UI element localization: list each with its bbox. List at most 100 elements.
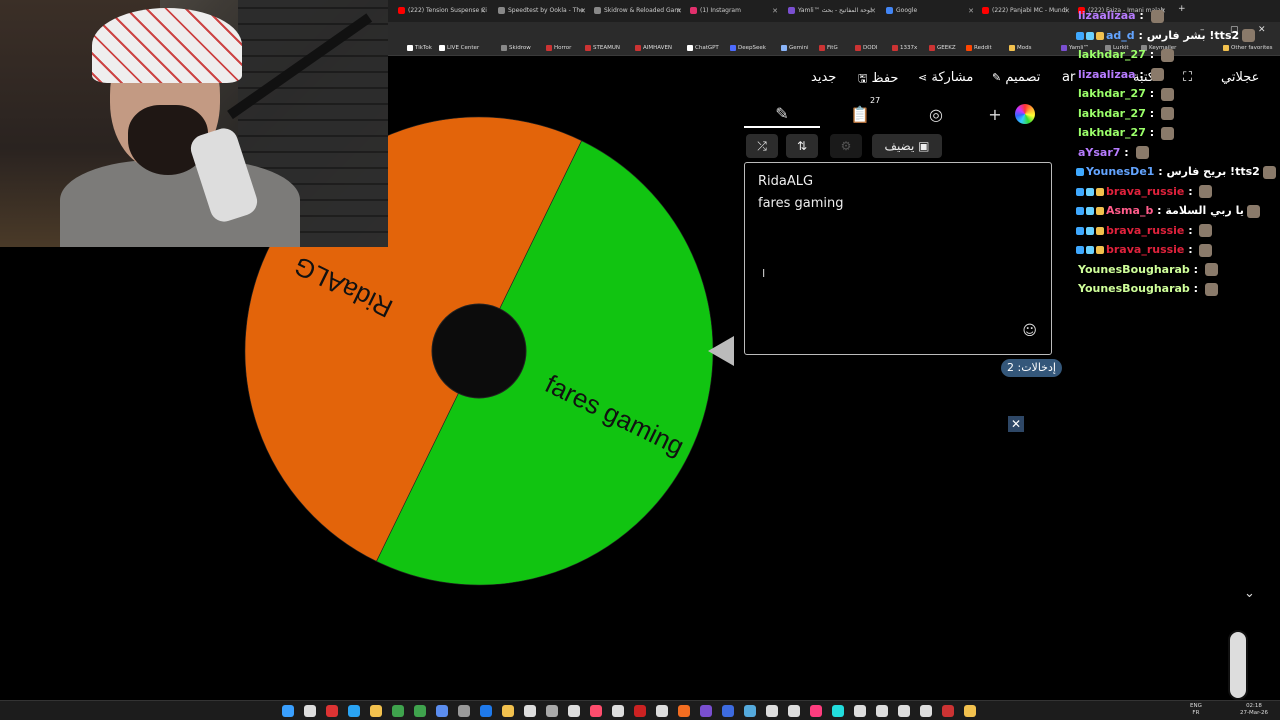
xbox-icon[interactable] bbox=[392, 705, 404, 717]
chat-username[interactable]: lizaalizaa bbox=[1078, 68, 1136, 81]
chat-username[interactable]: brava_russie bbox=[1106, 185, 1184, 198]
file-explorer-icon[interactable] bbox=[370, 705, 382, 717]
chat-message: lakhdar_27 : bbox=[1078, 86, 1174, 102]
app-icon[interactable] bbox=[568, 705, 580, 717]
chat-message: YounesBougharab : bbox=[1078, 262, 1218, 278]
chat-username[interactable]: ad_d bbox=[1106, 29, 1135, 42]
entries-count-badge: إدخالات: 2 bbox=[1001, 359, 1062, 377]
color-wheel-icon bbox=[1015, 104, 1035, 124]
app-icon[interactable] bbox=[942, 705, 954, 717]
windows-start-icon[interactable] bbox=[282, 705, 294, 717]
edge-icon[interactable] bbox=[348, 705, 360, 717]
chat-emote-icon bbox=[1135, 146, 1149, 159]
chat-message: brava_russie : bbox=[1076, 184, 1213, 200]
app-icon[interactable] bbox=[876, 705, 888, 717]
app-icon[interactable] bbox=[458, 705, 470, 717]
text-cursor-icon: I bbox=[762, 267, 766, 280]
app-icon[interactable] bbox=[612, 705, 624, 717]
app-icon[interactable] bbox=[898, 705, 910, 717]
app-icon[interactable] bbox=[590, 705, 602, 717]
chat-separator: : bbox=[1135, 67, 1148, 81]
app-icon[interactable] bbox=[502, 705, 514, 717]
app-icon[interactable] bbox=[788, 705, 800, 717]
chat-emote-icon bbox=[1160, 126, 1174, 140]
chat-emote-icon bbox=[1199, 243, 1213, 257]
chat-username[interactable]: lakhdar_27 bbox=[1078, 126, 1146, 139]
chat-separator: : bbox=[1134, 28, 1147, 42]
shuffle-button[interactable]: ⤮ bbox=[746, 134, 778, 158]
results-tab[interactable]: 📋 27 bbox=[822, 96, 898, 128]
app-icon[interactable] bbox=[546, 705, 558, 717]
chat-username[interactable]: lakhdar_27 bbox=[1078, 107, 1146, 120]
chat-badge-icon bbox=[1076, 226, 1084, 235]
tray-language[interactable]: ENG FR bbox=[1190, 703, 1202, 717]
chat-message: brava_russie : bbox=[1076, 242, 1213, 258]
chat-username[interactable]: aYsar7 bbox=[1078, 146, 1120, 159]
chat-username[interactable]: YounesBougharab bbox=[1078, 282, 1190, 295]
chat-emote-icon bbox=[1160, 107, 1174, 120]
chat-badge-icon bbox=[1076, 31, 1084, 40]
app-icon[interactable] bbox=[480, 705, 492, 717]
app-icon[interactable] bbox=[854, 705, 866, 717]
chat-message: lakhdar_27 : bbox=[1078, 106, 1174, 122]
chat-separator: : bbox=[1135, 9, 1148, 22]
chat-message: aYsar7 : bbox=[1078, 145, 1149, 161]
search-icon[interactable] bbox=[304, 705, 316, 717]
chat-separator: : bbox=[1154, 165, 1167, 178]
chat-badge-icon bbox=[1086, 246, 1094, 254]
entries-text: RidaALG fares gaming bbox=[758, 174, 844, 211]
chat-separator: : bbox=[1145, 87, 1158, 100]
lang-secondary: FR bbox=[1192, 710, 1200, 716]
chat-username[interactable]: YounesDe1 bbox=[1086, 165, 1154, 178]
chat-username[interactable]: brava_russie bbox=[1106, 224, 1184, 237]
chat-emote-icon bbox=[1204, 282, 1218, 296]
app-icon[interactable] bbox=[678, 705, 690, 717]
chat-badge-icon bbox=[1096, 246, 1104, 254]
eye-off-icon: ◎ bbox=[929, 104, 943, 124]
chat-badge-icon bbox=[1086, 207, 1094, 215]
app-icon[interactable] bbox=[964, 705, 976, 717]
brave-icon[interactable] bbox=[326, 705, 338, 717]
chat-username[interactable]: lizaalizaa bbox=[1078, 9, 1136, 22]
advanced-button[interactable]: ⚙ bbox=[830, 134, 862, 158]
app-icon[interactable] bbox=[634, 705, 646, 717]
chat-text: بريح فارس !tts2 bbox=[1166, 165, 1260, 178]
add-image-button[interactable]: يضيف ▣ bbox=[872, 134, 942, 158]
close-icon[interactable]: ✕ bbox=[1008, 416, 1024, 432]
entries-textarea[interactable]: RidaALG fares gaming I ☺ bbox=[744, 162, 1052, 355]
chat-username[interactable]: lakhdar_27 bbox=[1078, 87, 1146, 100]
app-icon[interactable] bbox=[766, 705, 778, 717]
chat-username[interactable]: YounesBougharab bbox=[1078, 263, 1190, 276]
chat-badge-icon bbox=[1086, 226, 1094, 235]
chat-message: YounesDe1 : بريح فارس !tts2 bbox=[1076, 164, 1276, 180]
tray-clock[interactable]: 02:18 27-Mar-26 bbox=[1240, 703, 1268, 717]
edit-tab[interactable]: ✎ bbox=[744, 100, 820, 128]
chat-username[interactable]: brava_russie bbox=[1106, 243, 1184, 256]
app-icon[interactable] bbox=[700, 705, 712, 717]
app-icon[interactable] bbox=[436, 705, 448, 717]
chat-message: lizaalizaa : bbox=[1078, 67, 1164, 83]
app-icon[interactable] bbox=[722, 705, 734, 717]
chat-username[interactable]: Asma_b bbox=[1106, 204, 1153, 217]
chat-message: lizaalizaa : bbox=[1078, 8, 1164, 24]
app-icon[interactable] bbox=[414, 705, 426, 717]
chat-username[interactable]: lakhdar_27 bbox=[1078, 48, 1146, 61]
chevron-down-icon[interactable]: ⌄ bbox=[1244, 586, 1255, 601]
chat-emote-icon bbox=[1204, 263, 1218, 276]
hide-tab[interactable]: ◎ bbox=[898, 100, 974, 128]
app-icon[interactable] bbox=[744, 705, 756, 717]
app-icon[interactable] bbox=[524, 705, 536, 717]
chat-separator: : bbox=[1184, 243, 1197, 256]
app-icon[interactable] bbox=[832, 705, 844, 717]
sort-button[interactable]: ⇅ bbox=[786, 134, 818, 158]
color-theme-button[interactable] bbox=[1010, 100, 1040, 128]
app-icon[interactable] bbox=[920, 705, 932, 717]
wheel-center-button[interactable] bbox=[431, 303, 527, 399]
chat-separator: : bbox=[1145, 48, 1158, 61]
entries-editor: ✎ 📋 27 ◎ + ⤮ ⇅ ⚙ يضيف ▣ RidaALG fares ga… bbox=[744, 96, 1054, 370]
app-icon[interactable] bbox=[656, 705, 668, 717]
chat-separator: : bbox=[1120, 145, 1133, 159]
app-icon[interactable] bbox=[810, 705, 822, 717]
emoji-icon[interactable]: ☺ bbox=[1022, 320, 1037, 342]
chat-emote-icon bbox=[1150, 9, 1164, 23]
